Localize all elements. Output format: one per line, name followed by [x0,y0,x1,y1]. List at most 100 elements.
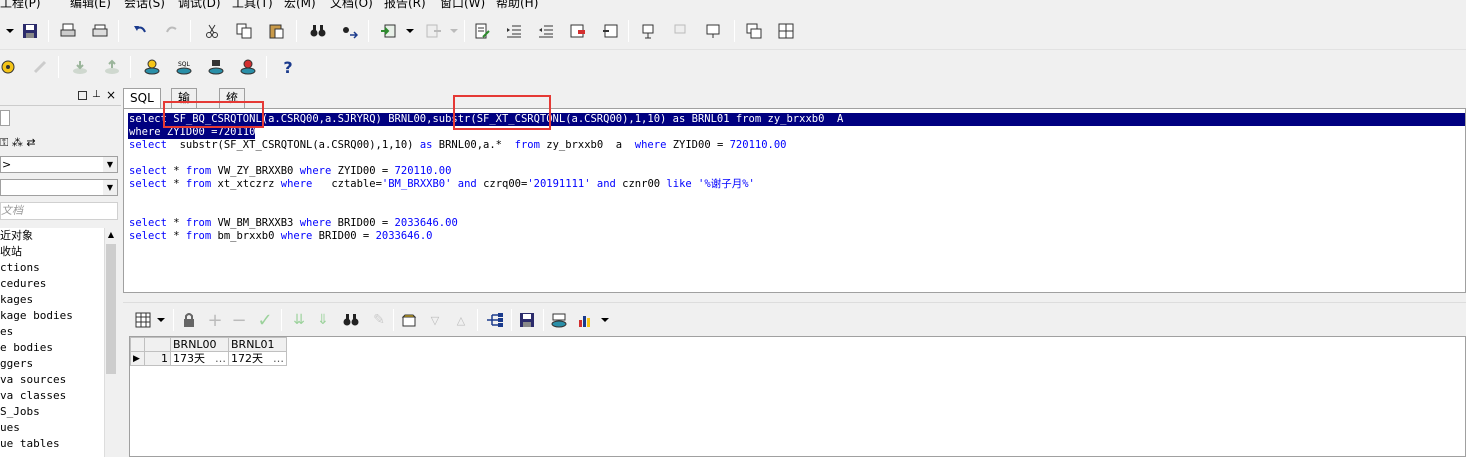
tree-item[interactable]: 近对象 [0,228,104,244]
column-header-brnl01[interactable]: BRNL01 [228,337,287,352]
save-dropdown-icon[interactable] [444,21,464,41]
sql-line[interactable]: select SF_BQ_CSRQTONL(a.CSRQ00,a.SJRYRQ)… [128,113,1465,126]
menu-debug[interactable]: 调试(D) [178,0,221,11]
restore-icon[interactable] [78,91,87,100]
table-row[interactable]: ▶ 1 173天… 172天… [130,351,287,366]
tree-item[interactable]: ggers [0,356,104,372]
chart-icon[interactable] [575,310,595,330]
comment-icon[interactable] [568,21,588,41]
panel-toggle[interactable] [0,110,10,126]
save-icon[interactable] [20,21,40,41]
tree-item[interactable]: cedures [0,276,104,292]
tree-scrollbar[interactable]: ▲ [104,228,117,457]
menu-macro[interactable]: 宏(M) [284,0,316,11]
tree-item[interactable]: 收站 [0,244,104,260]
undo-icon[interactable] [130,21,150,41]
menu-tools[interactable]: 工具(T) [232,0,273,11]
tab-sql[interactable]: SQL [123,88,161,109]
post-changes-icon[interactable]: ✓ [255,310,275,331]
tree-item[interactable]: va sources [0,372,104,388]
clear-record-icon[interactable]: ✎ [369,310,389,330]
load-dropdown-icon[interactable] [400,21,420,41]
editor-splitter[interactable] [123,293,1466,302]
menu-project[interactable]: 工程(P) [0,0,41,11]
panel-tools-icon[interactable]: ⚿ ⁂ ⇄ [0,136,36,150]
find-replace-icon[interactable] [340,21,360,41]
sql-line[interactable]: select substr(SF_XT_CSRQTONL(a.CSRQ00),1… [129,139,787,152]
scroll-up-icon[interactable]: ▲ [105,228,117,242]
tile-windows-icon[interactable] [776,21,796,41]
tree-item[interactable]: ue tables [0,436,104,452]
result-grid[interactable]: BRNL00 BRNL01 ▶ 1 173天… 172天… [129,336,1466,457]
cell-ellipsis-button[interactable]: … [273,352,284,365]
cell-ellipsis-button[interactable]: … [215,352,226,365]
grid-view-icon[interactable] [133,310,153,330]
tree-item[interactable]: S_Jobs [0,404,104,420]
tree-item[interactable]: es [0,324,104,340]
print-preview-icon[interactable] [90,21,110,41]
insert-record-icon[interactable]: + [205,310,225,331]
object-tree[interactable]: 近对象 收站 ctions cedures kages kage bodies es e bo… [0,228,104,457]
describe-disabled-icon[interactable] [672,21,692,41]
menu-document[interactable]: 文档(O) [330,0,373,11]
export-db-icon[interactable] [549,310,569,330]
delete-record-icon[interactable]: − [229,310,249,331]
paste-icon[interactable] [266,21,286,41]
find-binoculars-icon[interactable] [308,21,328,41]
edit-document-icon[interactable] [472,21,492,41]
pin-icon[interactable]: ⊥ [92,89,101,100]
filter-input[interactable]: 文档 [0,202,118,220]
uncomment-icon[interactable] [600,21,620,41]
cell-brnl00[interactable]: 173天… [170,351,229,366]
column-header-brnl00[interactable]: BRNL00 [170,337,229,352]
print-icon[interactable] [58,21,78,41]
sql-line[interactable]: select * from bm_brxxb0 where BRID00 = 2… [129,230,432,243]
fetch-last-icon[interactable]: ⇓ [313,310,333,330]
lock-icon[interactable] [179,310,199,330]
menu-window[interactable]: 窗口(W) [440,0,485,11]
tree-item[interactable]: e bodies [0,340,104,356]
chart-dropdown-icon[interactable] [595,310,615,330]
sql-line[interactable]: select * from VW_BM_BRXXB3 where BRID00 … [129,217,458,230]
log-off-icon[interactable] [238,57,258,77]
tree-view-icon[interactable] [485,310,505,330]
type-combo[interactable]: ▼ [0,179,118,196]
grid-dropdown-icon[interactable] [151,310,171,330]
menu-report[interactable]: 报告(R) [384,0,426,11]
query-builder-icon[interactable] [704,21,724,41]
export-icon[interactable] [399,310,419,330]
prev-page-icon[interactable]: △ [451,310,471,330]
tree-item[interactable]: ues [0,420,104,436]
user-combo[interactable]: > ▼ [0,156,118,173]
close-icon[interactable]: × [106,88,116,102]
tree-item[interactable]: kage bodies [0,308,104,324]
cascade-windows-icon[interactable] [744,21,764,41]
sql-window-icon[interactable]: SQL [174,57,194,77]
scroll-thumb[interactable] [106,244,116,374]
cut-icon[interactable] [202,21,222,41]
execute-gear-icon[interactable] [0,57,18,77]
dropdown-arrow-icon[interactable] [0,21,20,41]
redo-icon[interactable] [162,21,182,41]
log-on-icon[interactable] [142,57,162,77]
cell-brnl01[interactable]: 172天… [228,351,287,366]
load-file-icon[interactable] [378,21,398,41]
break-disabled-icon[interactable] [30,57,50,77]
menu-edit[interactable]: 编辑(E) [70,0,111,11]
tree-item[interactable]: ctions [0,260,104,276]
rollback-disabled-icon[interactable] [102,57,122,77]
save-file-icon[interactable] [424,21,444,41]
describe-icon[interactable] [640,21,660,41]
commit-disabled-icon[interactable] [70,57,90,77]
query-by-example-icon[interactable] [341,310,361,330]
next-page-icon[interactable]: ▽ [425,310,445,330]
menu-session[interactable]: 会话(S) [124,0,165,11]
menu-help[interactable]: 帮助(H) [496,0,538,11]
save-results-icon[interactable] [517,310,537,330]
help-icon[interactable]: ? [278,57,298,77]
indent-icon[interactable] [504,21,524,41]
tree-item[interactable]: va classes [0,388,104,404]
sql-editor[interactable]: select SF_BQ_CSRQTONL(a.CSRQ00,a.SJRYRQ)… [123,108,1466,293]
fetch-next-icon[interactable]: ⇊ [289,310,309,330]
copy-icon[interactable] [234,21,254,41]
